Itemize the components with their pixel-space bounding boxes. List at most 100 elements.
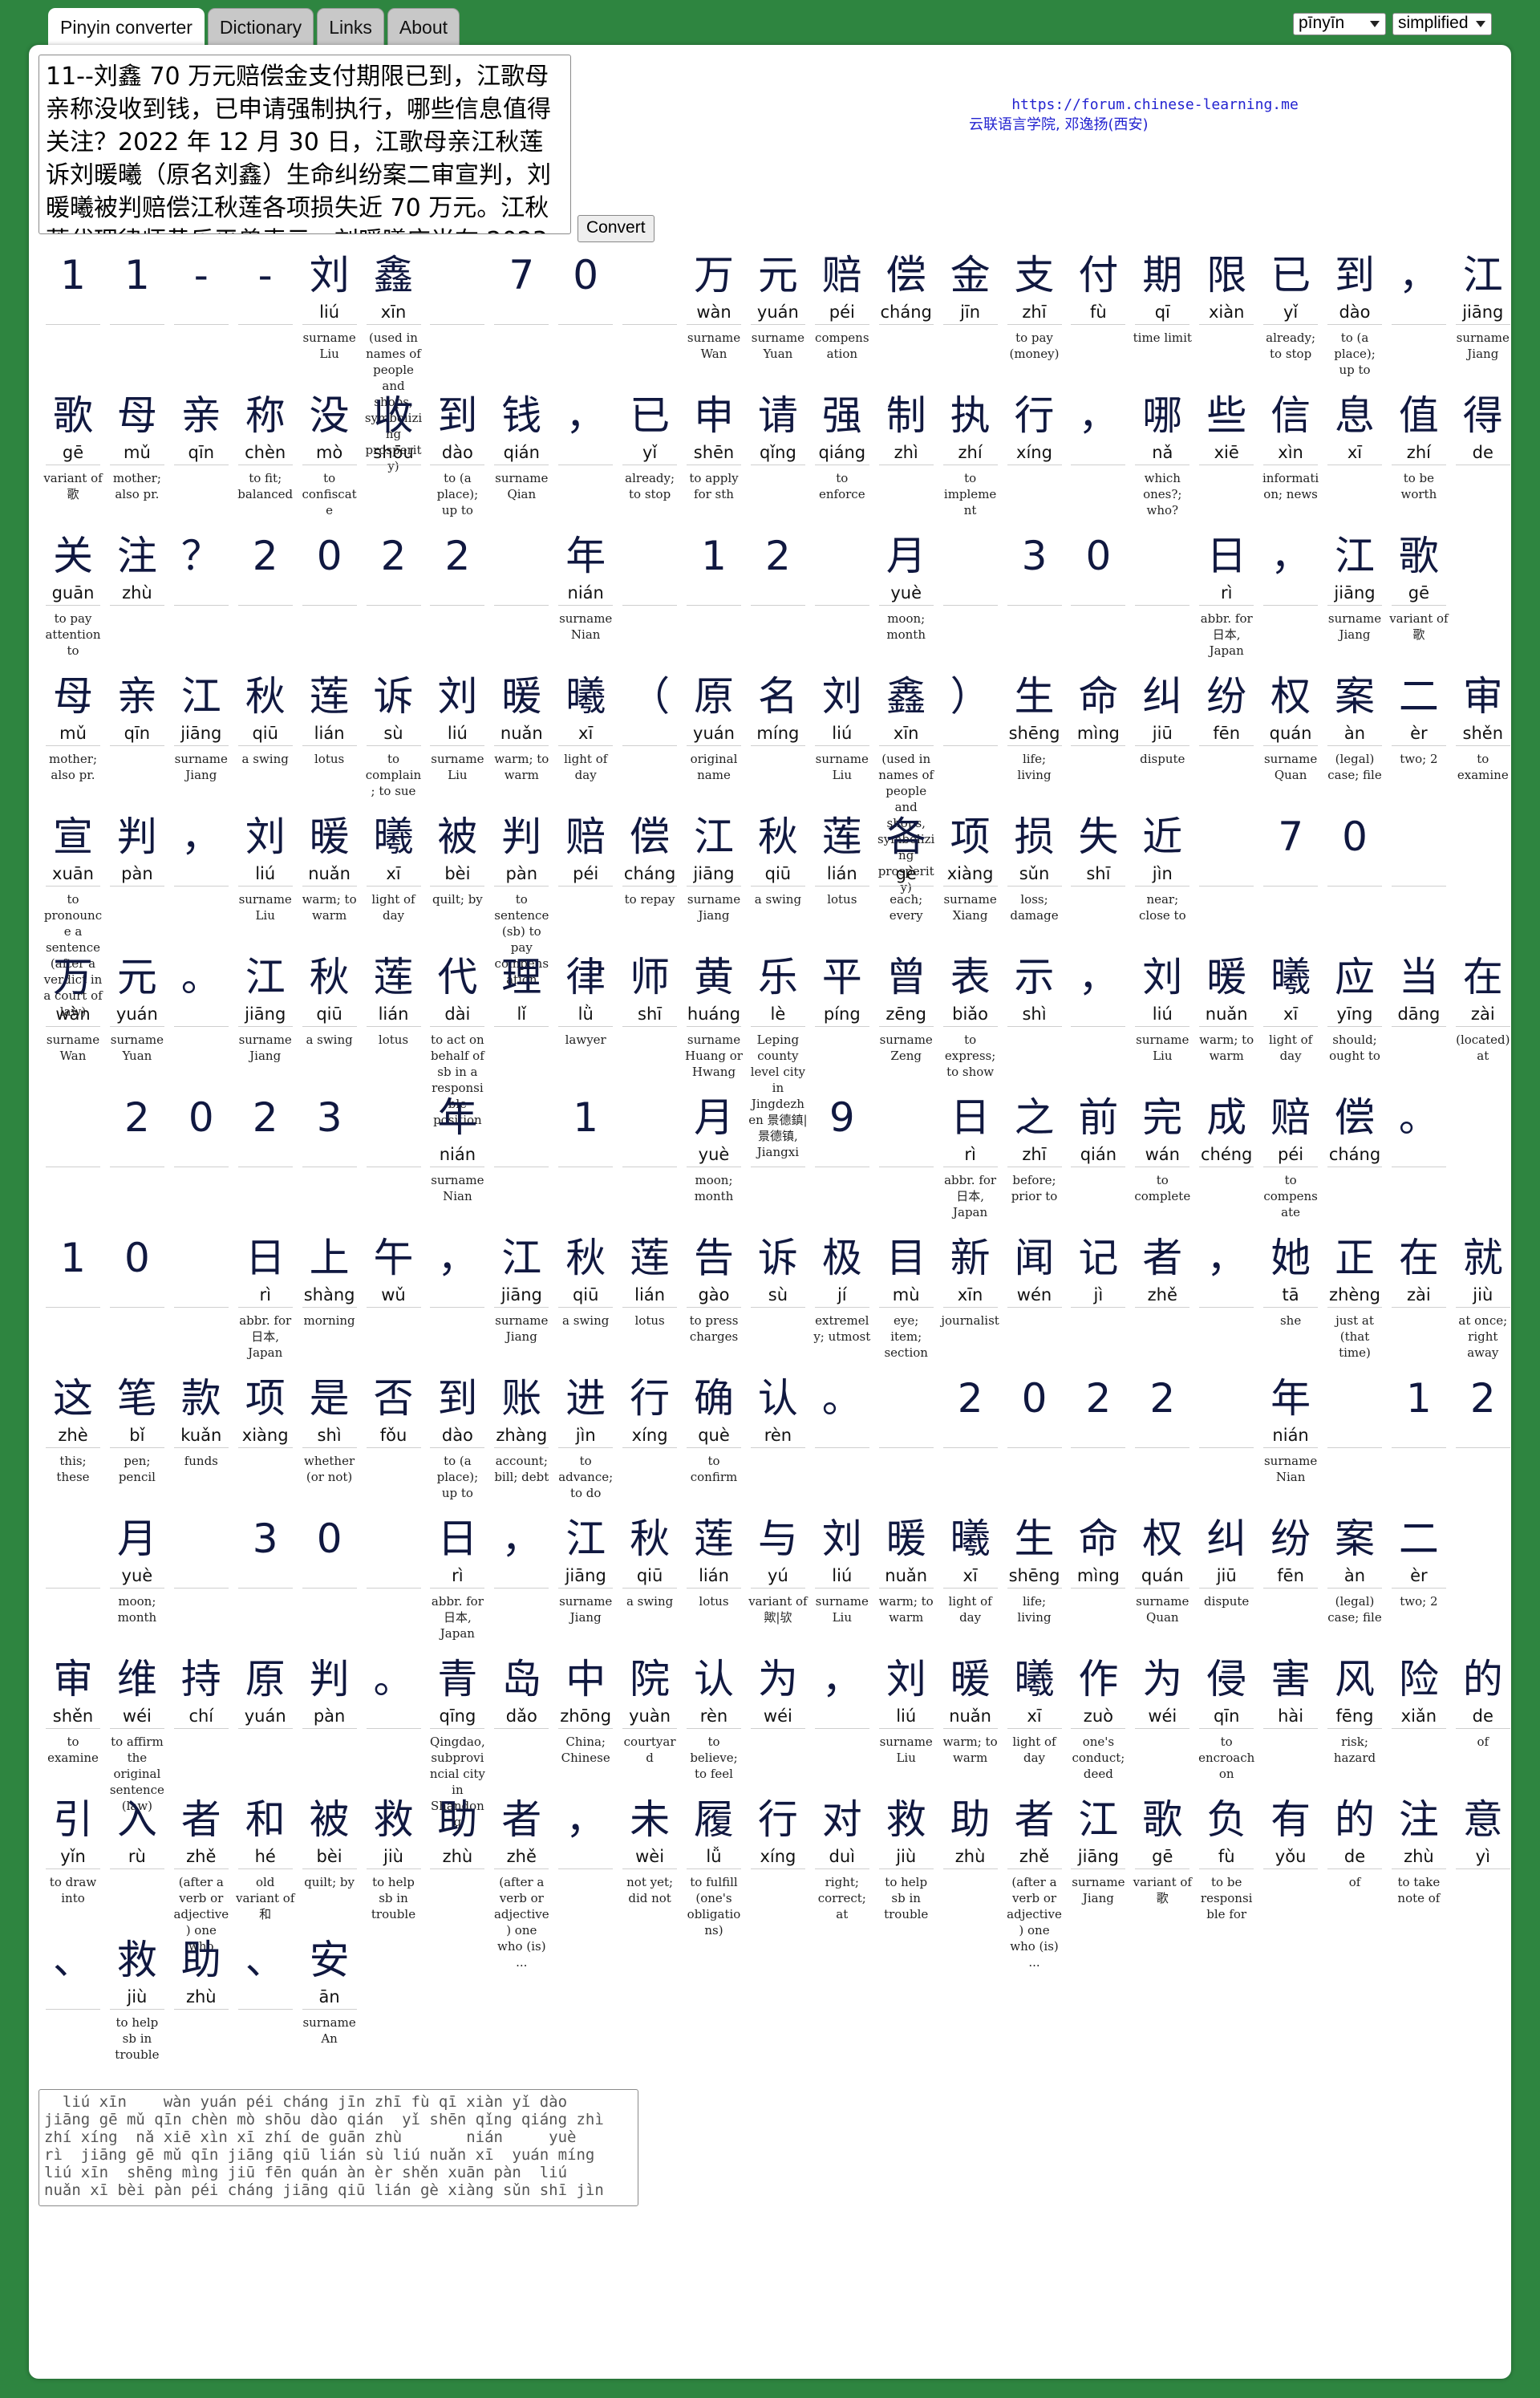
hanzi[interactable]: 0 — [556, 250, 615, 300]
hanzi[interactable]: 被 — [428, 812, 487, 862]
hanzi[interactable]: 者 — [172, 1795, 231, 1844]
hanzi[interactable]: 月 — [877, 531, 936, 581]
tab-about[interactable]: About — [387, 8, 460, 45]
hanzi[interactable]: 命 — [1068, 1514, 1128, 1564]
hanzi[interactable]: 安 — [300, 1935, 359, 1985]
hanzi[interactable]: 案 — [1325, 672, 1384, 721]
hanzi[interactable]: 入 — [107, 1795, 167, 1844]
hanzi[interactable]: 暖 — [941, 1654, 1000, 1704]
hanzi[interactable]: 请 — [748, 391, 808, 440]
hanzi[interactable]: 诉 — [364, 672, 424, 721]
hanzi[interactable]: 2 — [1068, 1373, 1128, 1423]
hanzi[interactable]: 成 — [1197, 1093, 1256, 1142]
hanzi[interactable]: 母 — [107, 391, 167, 440]
hanzi[interactable]: 午 — [364, 1233, 424, 1283]
hanzi[interactable]: 的 — [1325, 1795, 1384, 1844]
hanzi[interactable]: 到 — [428, 391, 487, 440]
hanzi[interactable]: 到 — [1325, 250, 1384, 300]
hanzi[interactable]: 1 — [556, 1093, 615, 1142]
hanzi[interactable]: 秋 — [300, 952, 359, 1002]
hanzi[interactable]: 江 — [1068, 1795, 1128, 1844]
hanzi[interactable]: 者 — [492, 1795, 551, 1844]
hanzi[interactable]: 理 — [492, 952, 551, 1002]
hanzi[interactable]: 刘 — [813, 1514, 872, 1564]
hanzi[interactable]: 当 — [1389, 952, 1449, 1002]
hanzi[interactable]: 得 — [1453, 391, 1513, 440]
hanzi[interactable]: 中 — [556, 1654, 615, 1704]
hanzi[interactable] — [43, 1514, 103, 1564]
hanzi[interactable]: 、 — [236, 1935, 295, 1985]
hanzi[interactable]: 二 — [1389, 1514, 1449, 1564]
hanzi[interactable]: 暖 — [492, 672, 551, 721]
hanzi[interactable]: 鑫 — [877, 672, 936, 721]
hanzi[interactable]: ， — [492, 1514, 551, 1564]
hanzi[interactable]: 钱 — [492, 391, 551, 440]
hanzi[interactable]: 2 — [1453, 1373, 1513, 1423]
hanzi[interactable]: 元 — [748, 250, 808, 300]
hanzi[interactable]: 生 — [1005, 672, 1064, 721]
hanzi[interactable]: 。 — [1389, 1093, 1449, 1142]
hanzi[interactable]: 纠 — [1197, 1514, 1256, 1564]
hanzi[interactable]: 项 — [236, 1373, 295, 1423]
hanzi[interactable] — [364, 1093, 424, 1142]
hanzi[interactable]: 判 — [300, 1654, 359, 1704]
hanzi[interactable]: 是 — [300, 1373, 359, 1423]
hanzi[interactable]: 履 — [684, 1795, 744, 1844]
hanzi[interactable]: （ — [620, 672, 679, 721]
hanzi[interactable]: 意 — [1453, 1795, 1513, 1844]
hanzi[interactable]: 原 — [684, 672, 744, 721]
hanzi[interactable]: 曦 — [941, 1514, 1000, 1564]
hanzi[interactable]: 些 — [1197, 391, 1256, 440]
hanzi[interactable]: ， — [1197, 1233, 1256, 1283]
hanzi[interactable]: 收 — [364, 391, 424, 440]
hanzi[interactable] — [172, 1514, 231, 1564]
hanzi[interactable]: 黄 — [684, 952, 744, 1002]
hanzi[interactable] — [941, 531, 1000, 581]
hanzi[interactable]: 对 — [813, 1795, 872, 1844]
hanzi[interactable]: 日 — [428, 1514, 487, 1564]
hanzi[interactable]: 1 — [107, 250, 167, 300]
hanzi[interactable]: 救 — [877, 1795, 936, 1844]
hanzi[interactable]: 0 — [107, 1233, 167, 1283]
hanzi[interactable]: 亲 — [107, 672, 167, 721]
hanzi[interactable]: 1 — [43, 250, 103, 300]
hanzi[interactable]: 刘 — [428, 672, 487, 721]
hanzi[interactable]: 律 — [556, 952, 615, 1002]
hanzi[interactable]: 为 — [748, 1654, 808, 1704]
hanzi[interactable]: 3 — [300, 1093, 359, 1142]
hanzi[interactable] — [620, 531, 679, 581]
hanzi[interactable]: 亲 — [172, 391, 231, 440]
hanzi[interactable]: 刘 — [877, 1654, 936, 1704]
hanzi[interactable]: 有 — [1261, 1795, 1320, 1844]
hanzi[interactable]: 0 — [1005, 1373, 1064, 1423]
hanzi[interactable]: 侵 — [1197, 1654, 1256, 1704]
tab-links[interactable]: Links — [317, 8, 384, 45]
hanzi[interactable] — [1325, 1373, 1384, 1423]
hanzi[interactable]: 损 — [1005, 812, 1064, 862]
hanzi[interactable] — [620, 250, 679, 300]
hanzi[interactable]: 完 — [1133, 1093, 1192, 1142]
hanzi[interactable]: 平 — [813, 952, 872, 1002]
hanzi[interactable]: 。 — [364, 1654, 424, 1704]
hanzi[interactable]: 在 — [1453, 952, 1513, 1002]
hanzi[interactable]: 0 — [172, 1093, 231, 1142]
hanzi[interactable]: 偿 — [620, 812, 679, 862]
hanzi[interactable]: 曦 — [364, 812, 424, 862]
hanzi[interactable]: 刘 — [813, 672, 872, 721]
hanzi[interactable]: 确 — [684, 1373, 744, 1423]
hanzi[interactable]: 没 — [300, 391, 359, 440]
hanzi[interactable]: 秋 — [236, 672, 295, 721]
hanzi[interactable]: 原 — [236, 1654, 295, 1704]
pinyin-output[interactable]: liú xīn wàn yuán péi cháng jīn zhī fù qī… — [38, 2089, 638, 2206]
hanzi[interactable]: 注 — [1389, 1795, 1449, 1844]
hanzi[interactable]: 行 — [1005, 391, 1064, 440]
hanzi[interactable]: 失 — [1068, 812, 1128, 862]
hanzi[interactable] — [813, 531, 872, 581]
hanzi[interactable]: 她 — [1261, 1233, 1320, 1283]
hanzi[interactable]: 0 — [1068, 531, 1128, 581]
hanzi[interactable] — [428, 250, 487, 300]
hanzi[interactable]: 极 — [813, 1233, 872, 1283]
hanzi[interactable]: 。 — [172, 952, 231, 1002]
hanzi[interactable]: 执 — [941, 391, 1000, 440]
hanzi[interactable]: 权 — [1133, 1514, 1192, 1564]
